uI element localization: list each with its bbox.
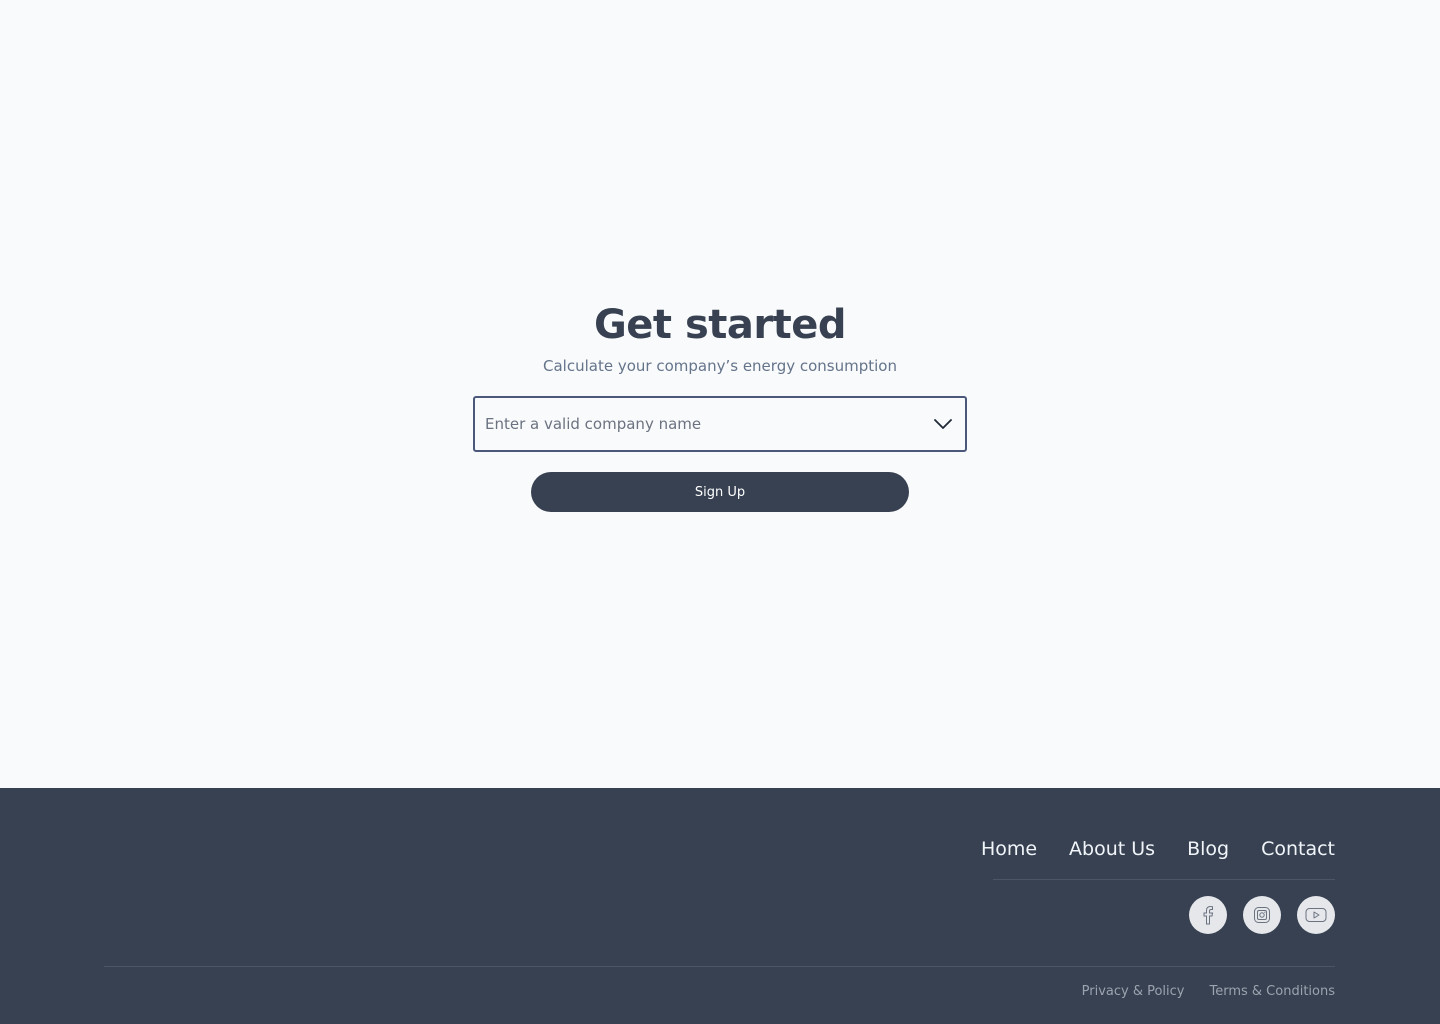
footer: Home About Us Blog Contact Privacy & Pol… [0, 788, 1440, 1024]
facebook-icon [1203, 905, 1214, 925]
social-links [1189, 896, 1335, 934]
footer-nav-home[interactable]: Home [981, 836, 1037, 862]
legal-links: Privacy & Policy Terms & Conditions [1082, 983, 1335, 1001]
footer-divider [104, 966, 1335, 967]
company-name-input[interactable] [475, 398, 921, 450]
terms-conditions-link[interactable]: Terms & Conditions [1210, 983, 1336, 1001]
privacy-policy-link[interactable]: Privacy & Policy [1082, 983, 1185, 1001]
footer-nav-about-us[interactable]: About Us [1069, 836, 1155, 862]
page-subtitle: Calculate your company’s energy consumpt… [543, 357, 897, 375]
youtube-icon [1305, 908, 1327, 922]
footer-nav-contact[interactable]: Contact [1261, 836, 1335, 862]
page-title: Get started [593, 302, 847, 348]
chevron-down-icon[interactable] [921, 398, 965, 450]
footer-nav-blog[interactable]: Blog [1187, 836, 1229, 862]
footer-nav-divider [993, 879, 1335, 880]
company-select[interactable] [473, 396, 967, 452]
sign-up-button[interactable]: Sign Up [531, 472, 909, 512]
instagram-icon [1254, 907, 1270, 923]
main-content: Get started Calculate your company’s ene… [0, 0, 1440, 788]
youtube-link[interactable] [1297, 896, 1335, 934]
facebook-link[interactable] [1189, 896, 1227, 934]
instagram-link[interactable] [1243, 896, 1281, 934]
footer-nav: Home About Us Blog Contact [981, 836, 1335, 862]
